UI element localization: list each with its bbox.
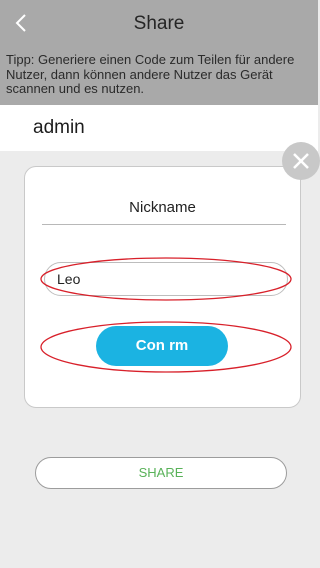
tip-banner: Tipp: Generiere einen Code zum Teilen fü…	[0, 48, 318, 105]
close-icon	[293, 153, 309, 169]
nickname-input[interactable]	[44, 262, 288, 296]
account-username: admin	[33, 117, 85, 138]
confirm-button[interactable]: Con rm	[96, 326, 228, 366]
page-title: Share	[133, 13, 185, 34]
nickname-label: Nickname	[129, 199, 196, 216]
account-row: admin	[0, 105, 318, 151]
share-button[interactable]: SHARE	[35, 457, 287, 489]
nickname-divider	[42, 224, 286, 225]
top-navigation-bar: Share	[0, 0, 318, 48]
close-button[interactable]	[282, 142, 320, 180]
